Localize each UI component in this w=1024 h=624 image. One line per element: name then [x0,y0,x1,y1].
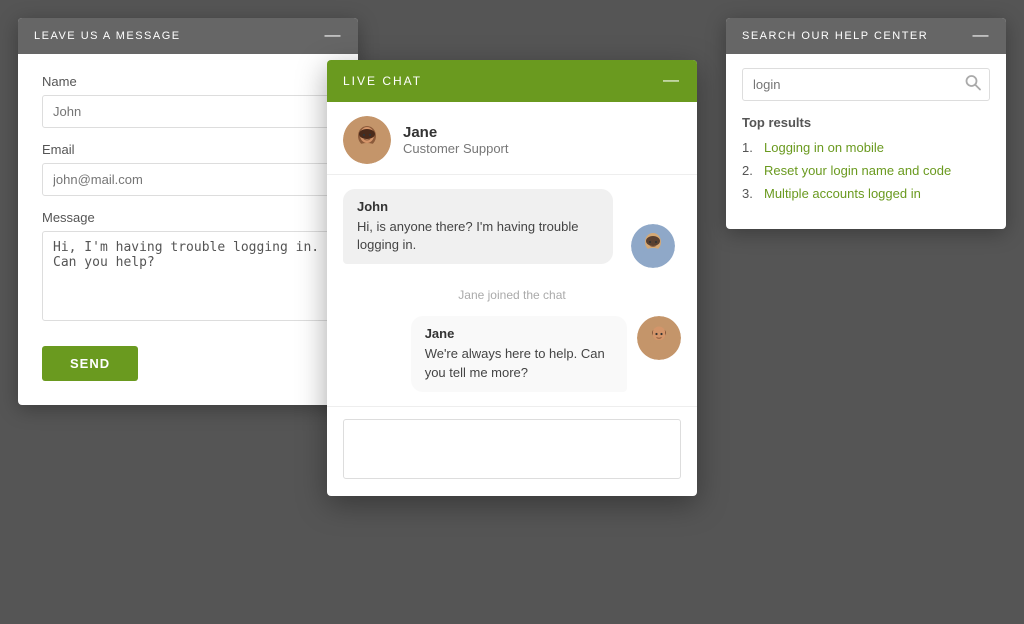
result-link-2[interactable]: Reset your login name and code [764,163,951,178]
result-link-1[interactable]: Logging in on mobile [764,140,884,155]
jane-message-row: Jane We're always here to help. Can you … [343,316,681,391]
chat-input-area [327,406,697,496]
search-box [742,68,990,101]
jane-message-text: We're always here to help. Can you tell … [425,345,613,381]
search-header: SEARCH OUR HELP CENTER — [726,18,1006,54]
result-item-2: 2. Reset your login name and code [742,163,990,178]
message-label: Message [42,210,334,225]
result-item-3: 3. Multiple accounts logged in [742,186,990,201]
top-results-label: Top results [742,115,990,130]
leave-message-body: Name Email Message SEND [18,54,358,405]
results-list: 1. Logging in on mobile 2. Reset your lo… [742,140,990,201]
jane-avatar-image [343,116,391,164]
leave-message-minimize[interactable]: — [325,28,343,44]
system-message: Jane joined the chat [343,284,681,306]
name-label: Name [42,74,334,89]
search-input[interactable] [742,68,990,101]
jane-message-bubble: Jane We're always here to help. Can you … [411,316,627,391]
agent-role: Customer Support [403,141,509,156]
search-title: SEARCH OUR HELP CENTER [742,30,928,42]
jane-chat-avatar-image [637,316,681,360]
agent-name: Jane [403,124,509,141]
jane-sender-label: Jane [425,326,613,341]
email-label: Email [42,142,334,157]
search-body: Top results 1. Logging in on mobile 2. R… [726,54,1006,229]
john-sender-label: John [357,199,599,214]
john-message-text: Hi, is anyone there? I'm having trouble … [357,218,599,254]
message-textarea[interactable] [42,231,334,321]
john-message-bubble: John Hi, is anyone there? I'm having tro… [343,189,613,264]
live-chat-minimize[interactable]: — [663,72,681,90]
john-avatar [631,224,675,268]
search-minimize[interactable]: — [973,28,991,44]
search-icon [964,73,982,91]
jane-chat-avatar [637,316,681,360]
result-num-3: 3. [742,186,758,201]
agent-text: Jane Customer Support [403,124,509,156]
email-input[interactable] [42,163,334,196]
agent-avatar [343,116,391,164]
leave-message-header: LEAVE US A MESSAGE — [18,18,358,54]
result-link-3[interactable]: Multiple accounts logged in [764,186,921,201]
send-button[interactable]: SEND [42,346,138,381]
search-panel: SEARCH OUR HELP CENTER — Top results 1. … [726,18,1006,229]
agent-info: Jane Customer Support [327,102,697,175]
result-num-2: 2. [742,163,758,178]
search-icon-button[interactable] [964,73,982,96]
live-chat-panel: LIVE CHAT — Jane Customer Support John H… [327,60,697,496]
live-chat-header: LIVE CHAT — [327,60,697,102]
chat-messages: John Hi, is anyone there? I'm having tro… [327,175,697,406]
chat-input[interactable] [343,419,681,479]
john-avatar-image [631,224,675,268]
live-chat-title: LIVE CHAT [343,74,422,88]
result-item-1: 1. Logging in on mobile [742,140,990,155]
leave-message-panel: LEAVE US A MESSAGE — Name Email Message … [18,18,358,405]
name-input[interactable] [42,95,334,128]
leave-message-title: LEAVE US A MESSAGE [34,30,181,42]
result-num-1: 1. [742,140,758,155]
